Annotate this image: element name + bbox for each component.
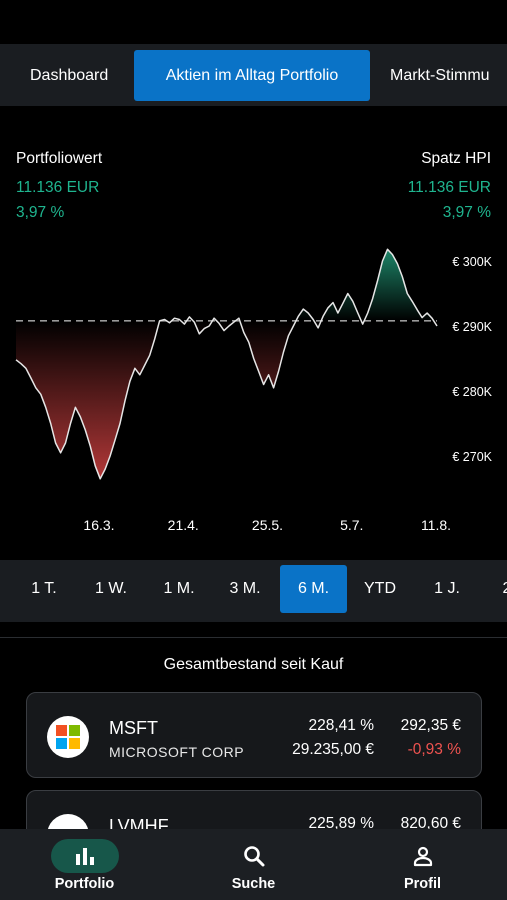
bar-chart-icon (50, 839, 119, 873)
holding-price: 292,35 € (400, 717, 461, 734)
chart-area-below-baseline (16, 320, 437, 479)
nav-label-portfolio: Portfolio (54, 876, 115, 892)
holding-position-value: 29.235,00 € (292, 741, 374, 758)
range-1-week[interactable]: 1 W. (82, 565, 140, 613)
y-tick-label: € 290K (452, 320, 492, 334)
portfolio-line-chart[interactable]: € 300K € 290K € 280K € 270K 16.3. 21.4. 25.5. 5… (0, 106, 507, 560)
chart-area: Portfoliowert 11.136 EUR 3,97 % Spatz HP… (0, 106, 507, 560)
x-tick-label: 11.8. (421, 517, 451, 533)
holdings-title: Gesamtbestand seit Kauf (163, 656, 344, 673)
range-1-year[interactable]: 1 J. (420, 565, 474, 613)
range-6-months[interactable]: 6 M. (280, 565, 347, 613)
divider (0, 637, 507, 638)
tab-dashboard[interactable]: Dashboard (30, 50, 108, 101)
holding-card-msft[interactable]: MSFT MICROSOFT CORP 228,41 % 292,35 € 29… (26, 692, 482, 778)
nav-profile[interactable]: Profil (338, 829, 507, 900)
holding-ticker: MSFT (109, 718, 158, 738)
nav-label-profile: Profil (403, 876, 442, 892)
tab-aktien-im-alltag-portfolio[interactable]: Aktien im Alltag Portfolio (134, 50, 370, 101)
holding-day-change: -0,93 % (407, 741, 461, 758)
range-1-day[interactable]: 1 T. (18, 565, 70, 613)
nav-label-search: Suche (231, 876, 276, 892)
x-tick-label: 25.5. (252, 517, 283, 533)
time-range-selector: 1 T. 1 W. 1 M. 3 M. 6 M. YTD 1 J. 2 (0, 560, 507, 622)
holding-total-return: 228,41 % (308, 717, 375, 734)
search-icon (220, 839, 288, 873)
tab-markt-stimmung[interactable]: Markt-Stimmu (390, 50, 490, 101)
range-2-years[interactable]: 2 (492, 565, 507, 613)
y-tick-label: € 300K (452, 255, 492, 269)
top-tab-bar: Dashboard Aktien im Alltag Portfolio Mar… (0, 44, 507, 106)
x-tick-label: 21.4. (168, 517, 199, 533)
x-tick-label: 16.3. (83, 517, 114, 533)
y-tick-label: € 270K (452, 450, 492, 464)
nav-portfolio[interactable]: Portfolio (0, 829, 169, 900)
range-ytd[interactable]: YTD (352, 565, 408, 613)
bottom-navigation: Portfolio Suche Profil (0, 829, 507, 900)
person-icon (389, 839, 457, 873)
nav-search[interactable]: Suche (169, 829, 338, 900)
x-tick-label: 5.7. (340, 517, 363, 533)
range-1-month[interactable]: 1 M. (150, 565, 208, 613)
holding-company-name: MICROSOFT CORP (109, 744, 245, 760)
range-3-months[interactable]: 3 M. (216, 565, 274, 613)
y-tick-label: € 280K (452, 385, 492, 399)
microsoft-logo-icon (47, 716, 89, 758)
